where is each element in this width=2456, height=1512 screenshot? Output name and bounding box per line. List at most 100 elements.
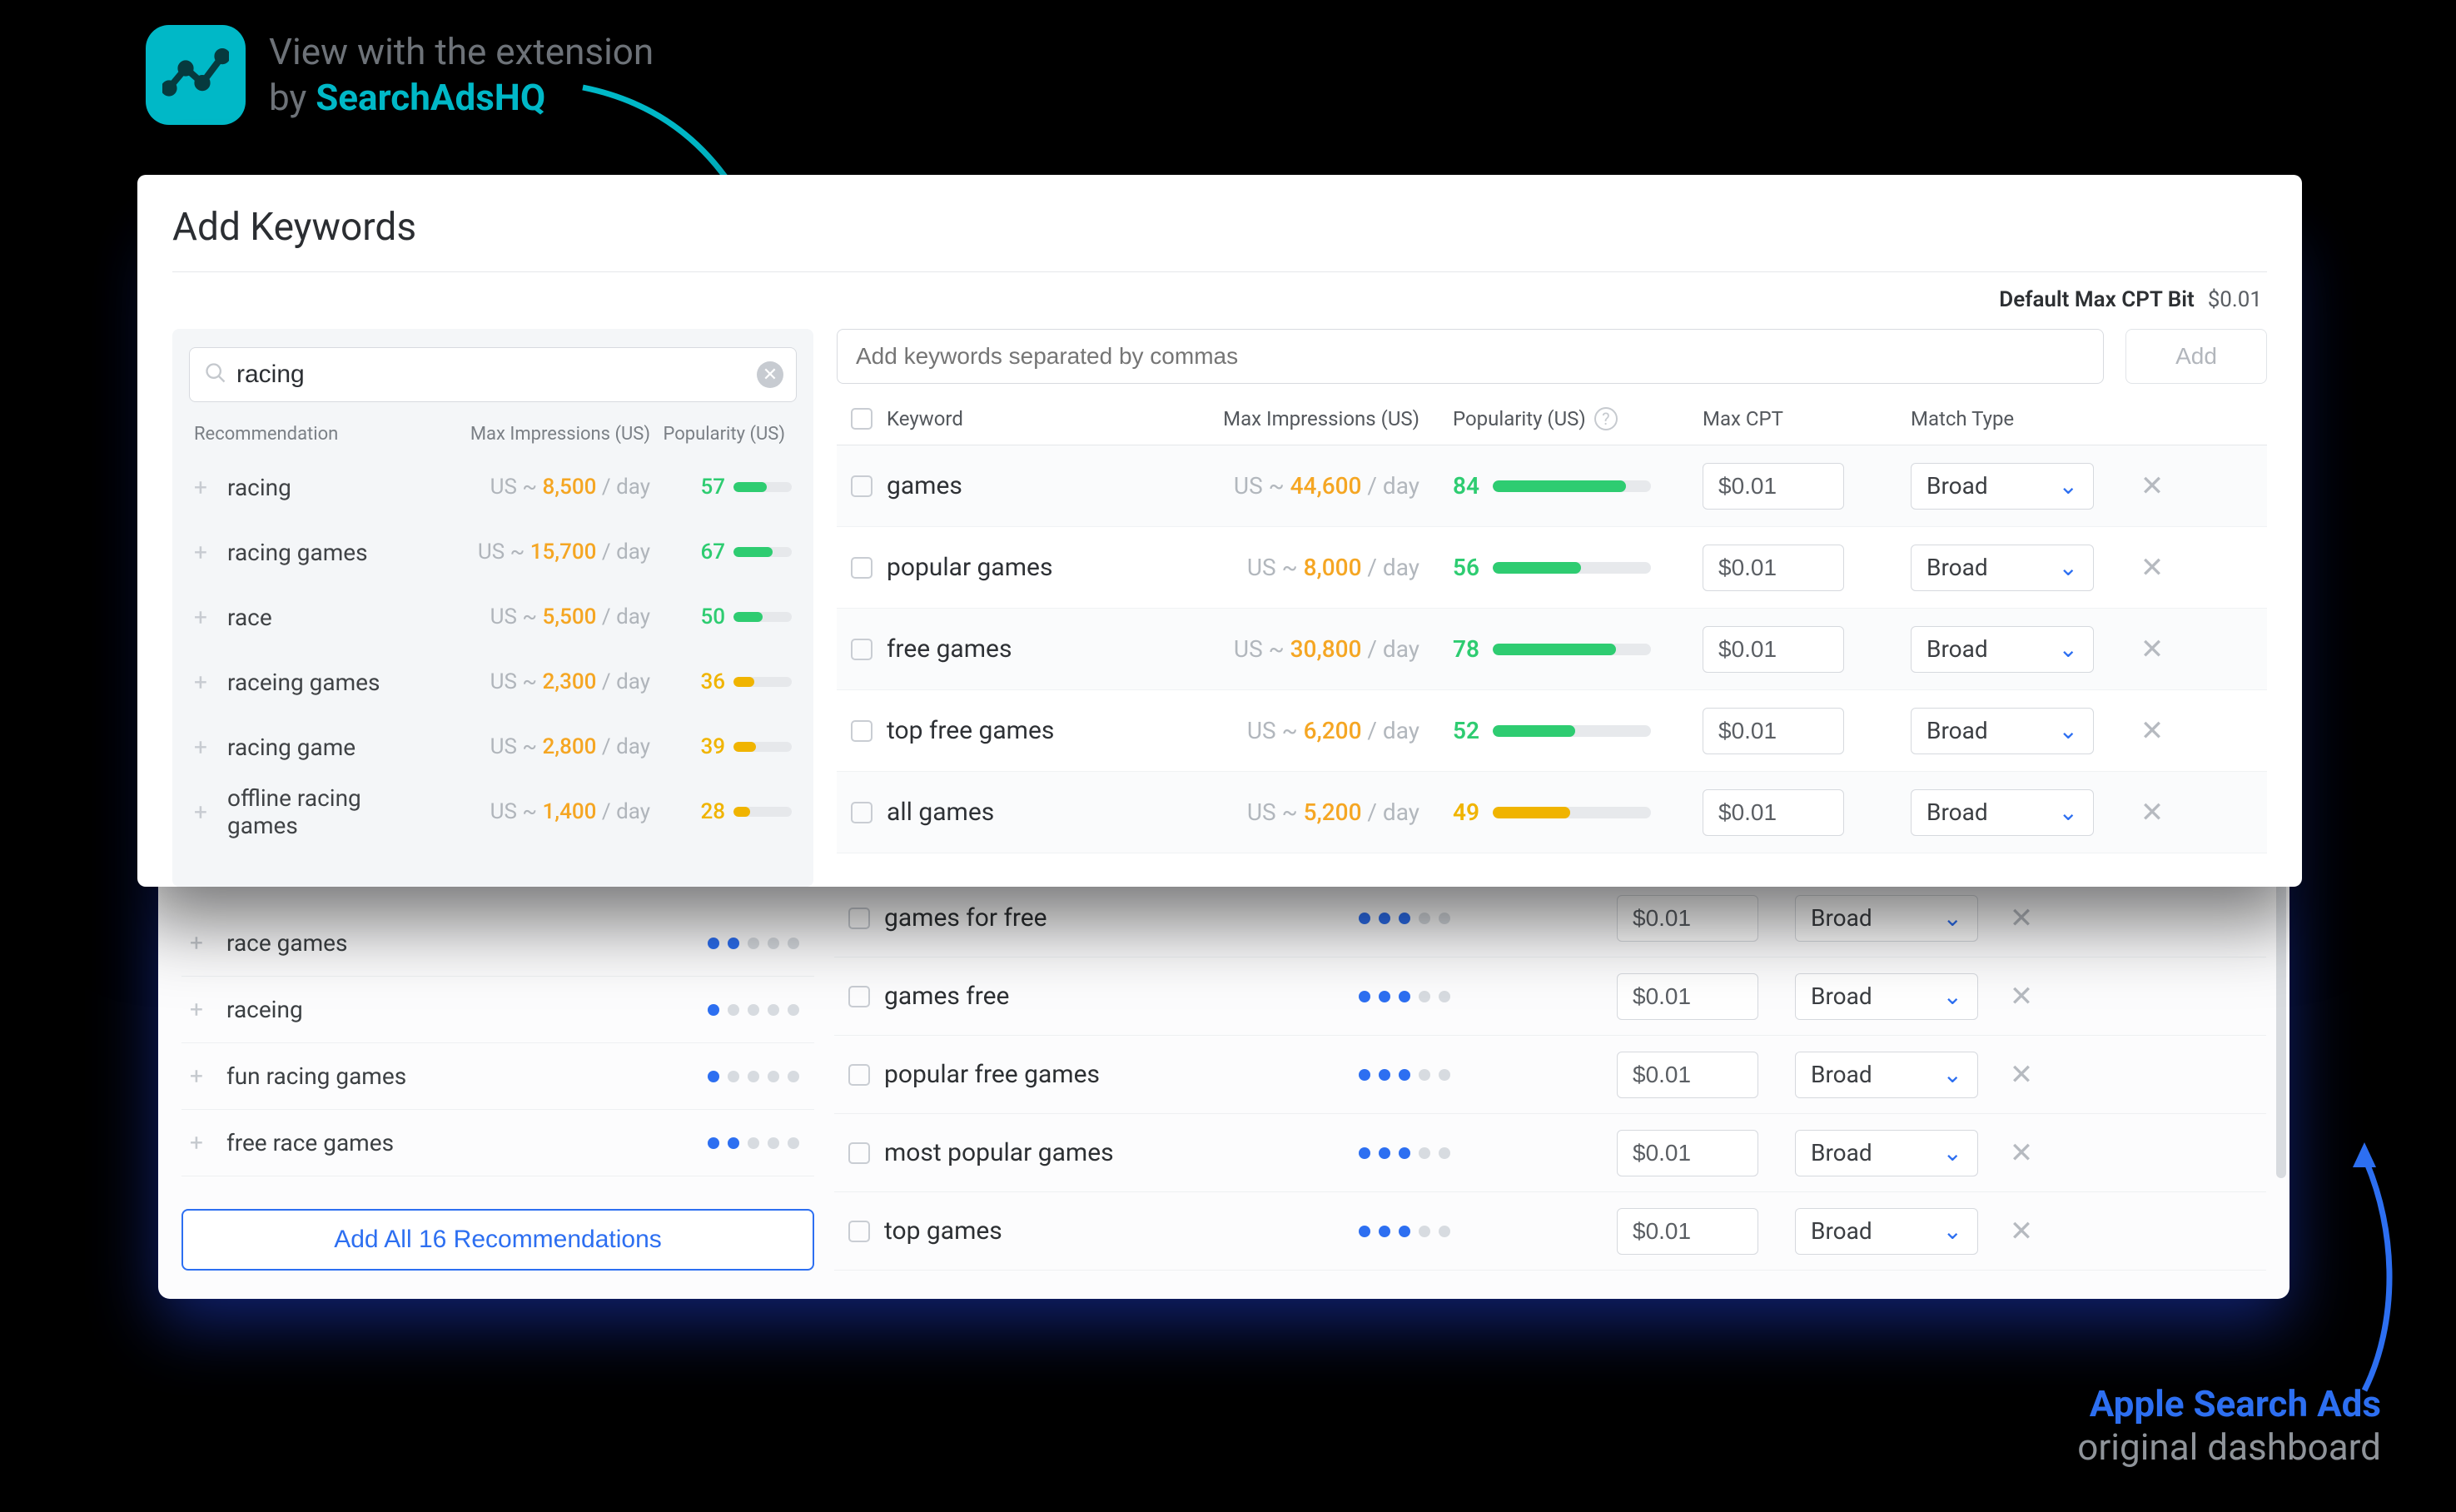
remove-keyword-icon[interactable]: ✕ [2127,714,2177,748]
remove-keyword-icon[interactable]: ✕ [2003,1058,2040,1092]
add-all-recommendations-button[interactable]: Add All 16 Recommendations [181,1209,814,1271]
max-cpt-input[interactable] [1703,789,1844,836]
remove-keyword-icon[interactable]: ✕ [2003,1215,2040,1248]
plus-icon[interactable]: + [194,669,227,696]
clear-search-icon[interactable]: ✕ [757,361,783,388]
recommendation-name: fun racing games [226,1062,708,1090]
select-all-checkbox[interactable] [851,408,873,430]
popularity-bar [733,612,792,622]
match-type-select[interactable]: Broad⌄ [1795,1208,1978,1255]
help-icon[interactable]: ? [1594,407,1618,430]
remove-keyword-icon[interactable]: ✕ [2003,1136,2040,1170]
popularity-bar [1493,725,1651,737]
match-type-select[interactable]: Broad⌄ [1911,789,2094,836]
keyword-checkbox[interactable] [848,908,870,929]
recommendation-row[interactable]: +offline racing gamesUS ~ 1,400 / day28 [189,779,797,844]
chevron-down-icon: ⌄ [1943,1061,1962,1088]
max-cpt-input[interactable] [1617,973,1758,1020]
match-type-select[interactable]: Broad⌄ [1911,463,2094,510]
max-cpt-input[interactable] [1617,895,1758,942]
recommendation-popularity-value: 39 [700,734,725,759]
keywords-table-panel: Add Keyword Max Impressions (US) Popular… [837,329,2267,887]
keyword-checkbox[interactable] [851,475,873,497]
popularity-dots [1359,1226,1610,1237]
recommendation-row[interactable]: +raceUS ~ 5,500 / day50 [189,584,797,649]
plus-icon[interactable]: + [194,734,227,761]
recommendation-popularity-value: 36 [700,669,725,694]
recommendation-row[interactable]: +raceing gamesUS ~ 2,300 / day36 [189,649,797,714]
remove-keyword-icon[interactable]: ✕ [2127,470,2177,503]
keyword-checkbox[interactable] [848,1064,870,1086]
add-keywords-button[interactable]: Add [2125,329,2267,384]
max-cpt-input[interactable] [1703,463,1844,510]
popularity-dots [708,1071,799,1082]
max-cpt-input[interactable] [1703,545,1844,591]
recommendation-row[interactable]: +racing gameUS ~ 2,800 / day39 [189,714,797,779]
keyword-name: top games [884,1216,1359,1246]
asa-callout: Apple Search Ads original dashboard [2077,1382,2381,1469]
popularity-bar [733,807,792,817]
match-type-select[interactable]: Broad⌄ [1911,708,2094,754]
keyword-impressions: US ~ 8,000 / day [1195,554,1453,581]
match-type-select[interactable]: Broad⌄ [1795,1052,1978,1098]
keyword-checkbox[interactable] [848,1221,870,1242]
remove-keyword-icon[interactable]: ✕ [2127,796,2177,829]
popularity-bar [733,482,792,492]
plus-icon[interactable]: + [190,1129,226,1156]
asa-recommendation-row[interactable]: +race games [181,910,814,977]
keyword-checkbox[interactable] [851,802,873,823]
match-type-select[interactable]: Broad⌄ [1795,895,1978,942]
max-cpt-input[interactable] [1617,1130,1758,1176]
plus-icon[interactable]: + [190,996,226,1023]
max-cpt-input[interactable] [1617,1208,1758,1255]
max-cpt-input[interactable] [1703,626,1844,673]
recommendation-row[interactable]: +racing gamesUS ~ 15,700 / day 67 [189,520,797,584]
annotation-arrow-bottom [2265,1132,2414,1407]
search-icon [204,361,227,388]
match-type-select[interactable]: Broad⌄ [1795,973,1978,1020]
col-header-max-cpt: Max CPT [1703,407,1911,430]
match-type-select[interactable]: Broad⌄ [1795,1130,1978,1176]
plus-icon[interactable]: + [190,929,226,957]
keyword-checkbox[interactable] [851,639,873,660]
recommendation-name: racing games [227,539,417,566]
asa-recommendation-row[interactable]: +free racing games [181,1176,814,1194]
asa-recommendation-row[interactable]: +free race games [181,1110,814,1176]
popularity-bar [1493,562,1651,574]
plus-icon[interactable]: + [194,539,227,566]
asa-recommendation-row[interactable]: +raceing [181,977,814,1043]
max-cpt-input[interactable] [1703,708,1844,754]
recommendation-impressions: US ~ 15,700 / day [417,540,650,565]
keyword-name: all games [887,798,1195,827]
asa-recommendation-row[interactable]: +fun racing games [181,1043,814,1110]
keyword-popularity-value: 52 [1453,717,1479,744]
popularity-dots [1359,991,1610,1002]
keyword-popularity-value: 78 [1453,635,1479,663]
plus-icon[interactable]: + [190,1062,226,1090]
plus-icon[interactable]: + [194,798,227,826]
keyword-name: popular free games [884,1060,1359,1089]
col-header-recommendation: Recommendation [194,424,417,445]
plus-icon[interactable]: + [194,474,227,501]
popularity-dots [708,938,799,949]
keyword-name: popular games [887,553,1195,582]
remove-keyword-icon[interactable]: ✕ [2127,633,2177,666]
popularity-dots [1359,1147,1610,1159]
keyword-search-input[interactable] [189,347,797,402]
keyword-name: games for free [884,903,1359,933]
max-cpt-input[interactable] [1617,1052,1758,1098]
keyword-checkbox[interactable] [848,986,870,1007]
match-type-select[interactable]: Broad⌄ [1911,545,2094,591]
remove-keyword-icon[interactable]: ✕ [2003,902,2040,935]
keyword-checkbox[interactable] [851,557,873,579]
keyword-checkbox[interactable] [851,720,873,742]
chevron-down-icon: ⌄ [2059,798,2078,826]
plus-icon[interactable]: + [194,604,227,631]
match-type-select[interactable]: Broad⌄ [1911,626,2094,673]
recommendation-popularity-value: 67 [700,540,725,565]
remove-keyword-icon[interactable]: ✕ [2127,551,2177,584]
remove-keyword-icon[interactable]: ✕ [2003,980,2040,1013]
recommendation-row[interactable]: +racingUS ~ 8,500 / day57 [189,455,797,520]
add-keywords-input[interactable] [837,329,2104,384]
keyword-checkbox[interactable] [848,1142,870,1164]
